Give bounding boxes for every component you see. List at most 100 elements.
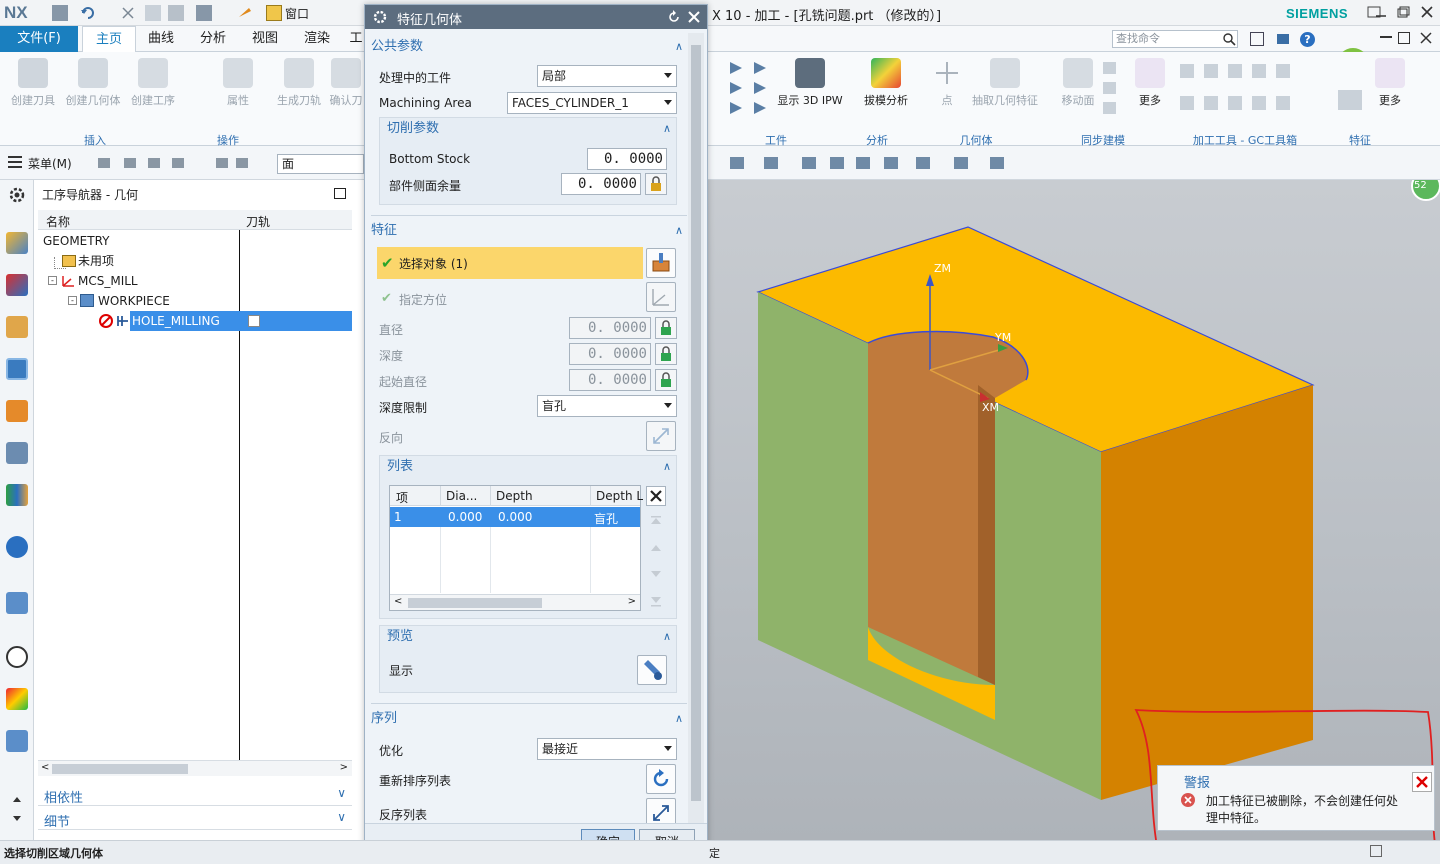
tab-tools[interactable]: 工 xyxy=(348,26,364,52)
navigator-hscrollbar[interactable]: < > xyxy=(38,760,352,776)
gc-toolbox-icons[interactable] xyxy=(1178,60,1300,120)
scroll-left-icon[interactable]: < xyxy=(394,596,402,607)
tab-render[interactable]: 渲染 xyxy=(294,26,340,52)
extract-geometry-button[interactable]: 抽取几何特征 xyxy=(970,58,1040,108)
dialog-scrollbar[interactable] xyxy=(688,33,704,825)
move-up-icon[interactable] xyxy=(646,538,666,558)
minimize-icon[interactable] xyxy=(1374,5,1388,19)
reverse-direction-button[interactable] xyxy=(646,421,676,451)
depth-lock-icon[interactable] xyxy=(655,343,677,365)
nav-row-hole-milling[interactable]: HOLE_MILLING xyxy=(40,311,352,331)
collapse-toggle[interactable]: - xyxy=(68,296,77,305)
list-row[interactable]: 1 0.000 0.000 盲孔 xyxy=(390,507,640,527)
filter-icons[interactable] xyxy=(214,155,254,171)
select-object-row[interactable]: ✔ 选择对象 (1) xyxy=(377,247,643,279)
optimize-combo[interactable]: 最接近 xyxy=(537,738,677,760)
list-section[interactable]: 列表 ∧ xyxy=(387,455,675,479)
list-col-depth-limit[interactable]: Depth L xyxy=(596,489,643,503)
specify-orient-button[interactable] xyxy=(646,282,676,312)
dialog-reset-icon[interactable] xyxy=(667,10,681,24)
properties-button[interactable]: 属性 xyxy=(218,58,258,108)
point-button[interactable]: 点 xyxy=(930,58,964,108)
dialog-scroll-thumb[interactable] xyxy=(691,45,701,801)
scroll-thumb[interactable] xyxy=(408,598,542,608)
machining-feature-navigator-icon[interactable] xyxy=(6,442,28,464)
copy-icon[interactable] xyxy=(145,5,161,21)
nav-row-geometry[interactable]: GEOMETRY xyxy=(40,231,346,251)
more-button-2[interactable]: 更多 xyxy=(1372,58,1408,108)
depth-input[interactable]: 0. 0000 xyxy=(569,343,651,365)
diameter-input[interactable]: 0. 0000 xyxy=(569,317,651,339)
info-icon[interactable] xyxy=(6,536,28,558)
create-operation-button[interactable]: 创建工序 xyxy=(128,58,178,108)
feature-icon[interactable] xyxy=(1338,90,1362,110)
process-studio-icon[interactable] xyxy=(6,730,28,752)
diameter-lock-icon[interactable] xyxy=(655,317,677,339)
command-search-input[interactable]: 查找命令 xyxy=(1112,30,1238,48)
list-col-item[interactable]: 项 xyxy=(396,489,408,506)
create-geometry-button[interactable]: 创建几何体 xyxy=(64,58,122,108)
side-stock-lock-icon[interactable] xyxy=(645,173,667,195)
collapse-toggle[interactable]: - xyxy=(48,276,57,285)
start-diameter-lock-icon[interactable] xyxy=(655,369,677,391)
layout-icon[interactable] xyxy=(1276,32,1290,46)
draft-analysis-button[interactable]: 拔模分析 xyxy=(860,58,912,108)
depth-limit-combo[interactable]: 盲孔 xyxy=(537,395,677,417)
cut-icon[interactable] xyxy=(120,5,136,21)
system-visualization-icon[interactable] xyxy=(6,688,28,710)
undo-icon[interactable] xyxy=(80,5,96,21)
tab-curve[interactable]: 曲线 xyxy=(138,26,184,52)
select-feature-button[interactable] xyxy=(646,248,676,278)
nav-row-unused[interactable]: 未用项 xyxy=(40,251,346,271)
save-as-icon[interactable] xyxy=(196,5,212,21)
scroll-arrows-icon[interactable] xyxy=(10,794,24,824)
close-icon[interactable] xyxy=(1420,5,1434,19)
scroll-left-icon[interactable]: < xyxy=(41,762,49,773)
tab-home[interactable]: 主页 xyxy=(82,26,136,52)
doc-restore-icon[interactable] xyxy=(1398,32,1410,44)
operation-navigator-icon[interactable] xyxy=(6,358,28,380)
display-preview-button[interactable] xyxy=(637,655,667,685)
alert-close-icon[interactable] xyxy=(1412,772,1432,792)
sync-modeling-small-icons[interactable] xyxy=(1100,60,1120,116)
search-icon[interactable] xyxy=(1222,32,1236,46)
scroll-right-icon[interactable]: > xyxy=(628,596,636,607)
settings-gear-icon[interactable] xyxy=(6,184,28,206)
history-clock-icon[interactable] xyxy=(6,646,28,668)
selection-filter-combo[interactable]: 面 xyxy=(277,154,364,174)
menu-button[interactable]: 菜单(M) xyxy=(28,155,72,172)
panel-icon[interactable] xyxy=(1250,32,1264,46)
start-diameter-input[interactable]: 0. 0000 xyxy=(569,369,651,391)
delete-row-icon[interactable] xyxy=(646,486,666,506)
move-down-icon[interactable] xyxy=(646,564,666,584)
window-icon[interactable] xyxy=(266,5,282,21)
dependencies-panel[interactable]: 相依性 ∨ xyxy=(38,784,352,806)
reuse-library-icon[interactable] xyxy=(6,484,28,506)
side-stock-input[interactable]: 0. 0000 xyxy=(561,173,641,195)
move-face-button[interactable]: 移动面 xyxy=(1058,58,1098,108)
web-browser-icon[interactable] xyxy=(6,592,28,614)
move-bottom-icon[interactable] xyxy=(646,590,666,610)
maximize-icon[interactable] xyxy=(1396,5,1410,19)
workpiece-icons[interactable] xyxy=(728,60,772,118)
assembly-navigator-icon[interactable] xyxy=(6,232,28,254)
more-button-1[interactable]: 更多 xyxy=(1134,58,1166,108)
common-params-section[interactable]: 公共参数 ∧ xyxy=(371,35,687,59)
column-name-header[interactable]: 名称 xyxy=(46,213,70,230)
reorder-list-button[interactable] xyxy=(646,764,676,794)
feature-section[interactable]: 特征 ∧ xyxy=(371,219,687,243)
status-window-icon[interactable] xyxy=(1370,845,1382,857)
doc-close-icon[interactable] xyxy=(1420,32,1432,44)
preview-section[interactable]: 预览 ∧ xyxy=(387,625,675,649)
navigator-maximize-icon[interactable] xyxy=(334,188,346,199)
tab-file[interactable]: 文件(F) xyxy=(0,26,78,52)
create-tool-button[interactable]: 创建刀具 xyxy=(8,58,58,108)
part-navigator-icon[interactable] xyxy=(6,316,28,338)
show-3d-ipw-button[interactable]: 显示 3D IPW xyxy=(776,58,844,108)
column-toolpath-header[interactable]: 刀轨 xyxy=(246,213,270,230)
scroll-thumb[interactable] xyxy=(52,764,188,774)
graphics-window[interactable]: ZM YM XM 52 xyxy=(708,180,1440,840)
save-icon[interactable] xyxy=(52,5,68,21)
cut-params-section[interactable]: 切削参数 ∧ xyxy=(387,117,675,141)
doc-minimize-icon[interactable] xyxy=(1380,34,1392,38)
